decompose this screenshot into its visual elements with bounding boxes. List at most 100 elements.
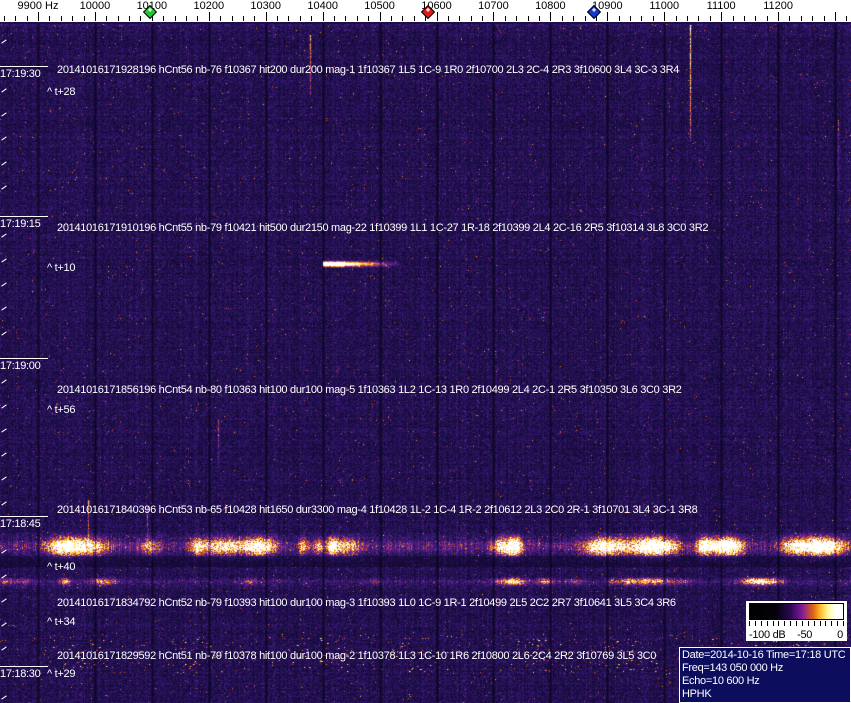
db-tick (796, 621, 797, 626)
detection-text: 20141016171910196 hCnt55 nb-79 f10421 hi… (57, 222, 709, 234)
freq-label: 10200 (193, 0, 225, 12)
ruler-tick (710, 16, 711, 21)
ruler-tick (471, 16, 472, 21)
freq-label: 10700 (478, 0, 509, 12)
ruler-tick (266, 12, 267, 21)
ruler-tick (550, 12, 551, 21)
db-tick (801, 621, 803, 626)
freq-label: 9900 Hz (17, 0, 59, 12)
detection-text: 20141016171928196 hCnt56 nb-76 f10367 hi… (57, 64, 680, 76)
ruler-tick (801, 16, 802, 21)
ruler-tick (641, 16, 642, 21)
ruler-tick (402, 16, 403, 21)
time-label: 17:19:30 (0, 66, 48, 80)
ruler-tick (733, 16, 734, 21)
ruler-tick (789, 16, 790, 21)
info-date-line: Date=2014-10-16 Time=17:18 UTC (682, 649, 846, 661)
info-echo-line: Echo=10 600 Hz (682, 675, 760, 687)
time-label: 17:19:15 (0, 216, 48, 230)
db-tick (819, 621, 821, 626)
db-tick (784, 621, 786, 626)
ruler-tick (676, 16, 677, 21)
db-tick (749, 621, 750, 626)
ruler-tick (209, 12, 210, 21)
ruler-tick (15, 16, 16, 21)
ruler-tick (721, 12, 722, 21)
time-label: 17:18:30 (0, 666, 48, 680)
info-freq-line: Freq=143 050 000 Hz (682, 662, 784, 674)
freq-label: 11100 (706, 0, 736, 12)
db-tick (754, 621, 756, 626)
freq-label: 10400 (307, 0, 338, 12)
ruler-tick (4, 16, 5, 21)
ruler-tick (140, 16, 141, 21)
tplus-marker: ^ t+56 (47, 404, 76, 416)
db-tick (766, 621, 768, 626)
ruler-tick (288, 16, 289, 21)
ruler-tick (698, 16, 699, 21)
freq-label: 11200 (763, 0, 793, 12)
ruler-tick (232, 16, 233, 21)
detection-text: 20141016171856196 hCnt54 nb-80 f10363 hi… (57, 384, 682, 396)
ruler-tick (61, 16, 62, 21)
db-scale-legend: -100 dB -50 0 (746, 601, 847, 641)
ruler-tick (414, 16, 415, 21)
ruler-tick (687, 16, 688, 21)
ruler-tick (163, 16, 164, 21)
ruler-tick (505, 16, 506, 21)
ruler-tick (755, 16, 756, 21)
meteor-spectrogram-window: 9900 Hz100001010010200103001040010500106… (0, 0, 851, 703)
ruler-tick (38, 12, 39, 21)
ruler-tick (27, 16, 28, 21)
ruler-tick (118, 16, 119, 21)
detection-text: 20141016171834792 hCnt52 nb-79 f10393 hi… (57, 597, 676, 609)
freq-label: 10500 (364, 0, 395, 12)
ruler-tick (539, 16, 540, 21)
ruler-tick (630, 16, 631, 21)
detection-text: 20141016171840396 hCnt53 nb-65 f10428 hi… (57, 504, 698, 516)
db-tick (772, 621, 774, 626)
frequency-ruler[interactable]: 9900 Hz100001010010200103001040010500106… (0, 0, 851, 22)
ruler-tick (664, 12, 665, 21)
ruler-tick (607, 12, 608, 21)
db-tick (837, 621, 839, 626)
ruler-tick (812, 16, 813, 21)
db-tick (825, 621, 827, 626)
db-tick (831, 621, 833, 626)
ruler-tick (516, 16, 517, 21)
ruler-tick (175, 16, 176, 21)
ruler-tick (95, 12, 96, 21)
ruler-tick (493, 12, 494, 21)
ruler-tick (334, 16, 335, 21)
db-tick (843, 621, 844, 626)
ruler-tick (585, 16, 586, 21)
db-tick (760, 621, 762, 626)
db-tick (790, 621, 792, 626)
freq-label: 11000 (649, 0, 680, 12)
ruler-tick (300, 16, 301, 21)
tplus-marker: ^ t+29 (47, 668, 76, 680)
detection-text: 20141016171829592 hCnt51 nb-79 f10378 hi… (57, 650, 657, 662)
ruler-tick (368, 16, 369, 21)
ruler-tick (197, 16, 198, 21)
db-label-max: 0 (837, 629, 843, 641)
freq-label: 10000 (79, 0, 111, 12)
time-label: 17:18:45 (0, 516, 48, 530)
tplus-marker: ^ t+40 (47, 561, 76, 573)
ruler-tick (459, 16, 460, 21)
ruler-tick (391, 16, 392, 21)
ruler-tick (186, 16, 187, 21)
info-box: Date=2014-10-16 Time=17:18 UTC Freq=143 … (679, 647, 851, 703)
ruler-tick (380, 12, 381, 21)
ruler-tick (482, 16, 483, 21)
db-tick (778, 621, 780, 626)
ruler-tick (767, 16, 768, 21)
ruler-tick (778, 12, 779, 21)
ruler-tick (277, 16, 278, 21)
ruler-tick (835, 12, 836, 21)
tplus-marker: ^ t+34 (47, 616, 76, 628)
ruler-tick (243, 16, 244, 21)
db-label-mid: -50 (797, 629, 813, 641)
tplus-marker: ^ t+28 (47, 86, 76, 98)
freq-label: 10300 (250, 0, 282, 12)
